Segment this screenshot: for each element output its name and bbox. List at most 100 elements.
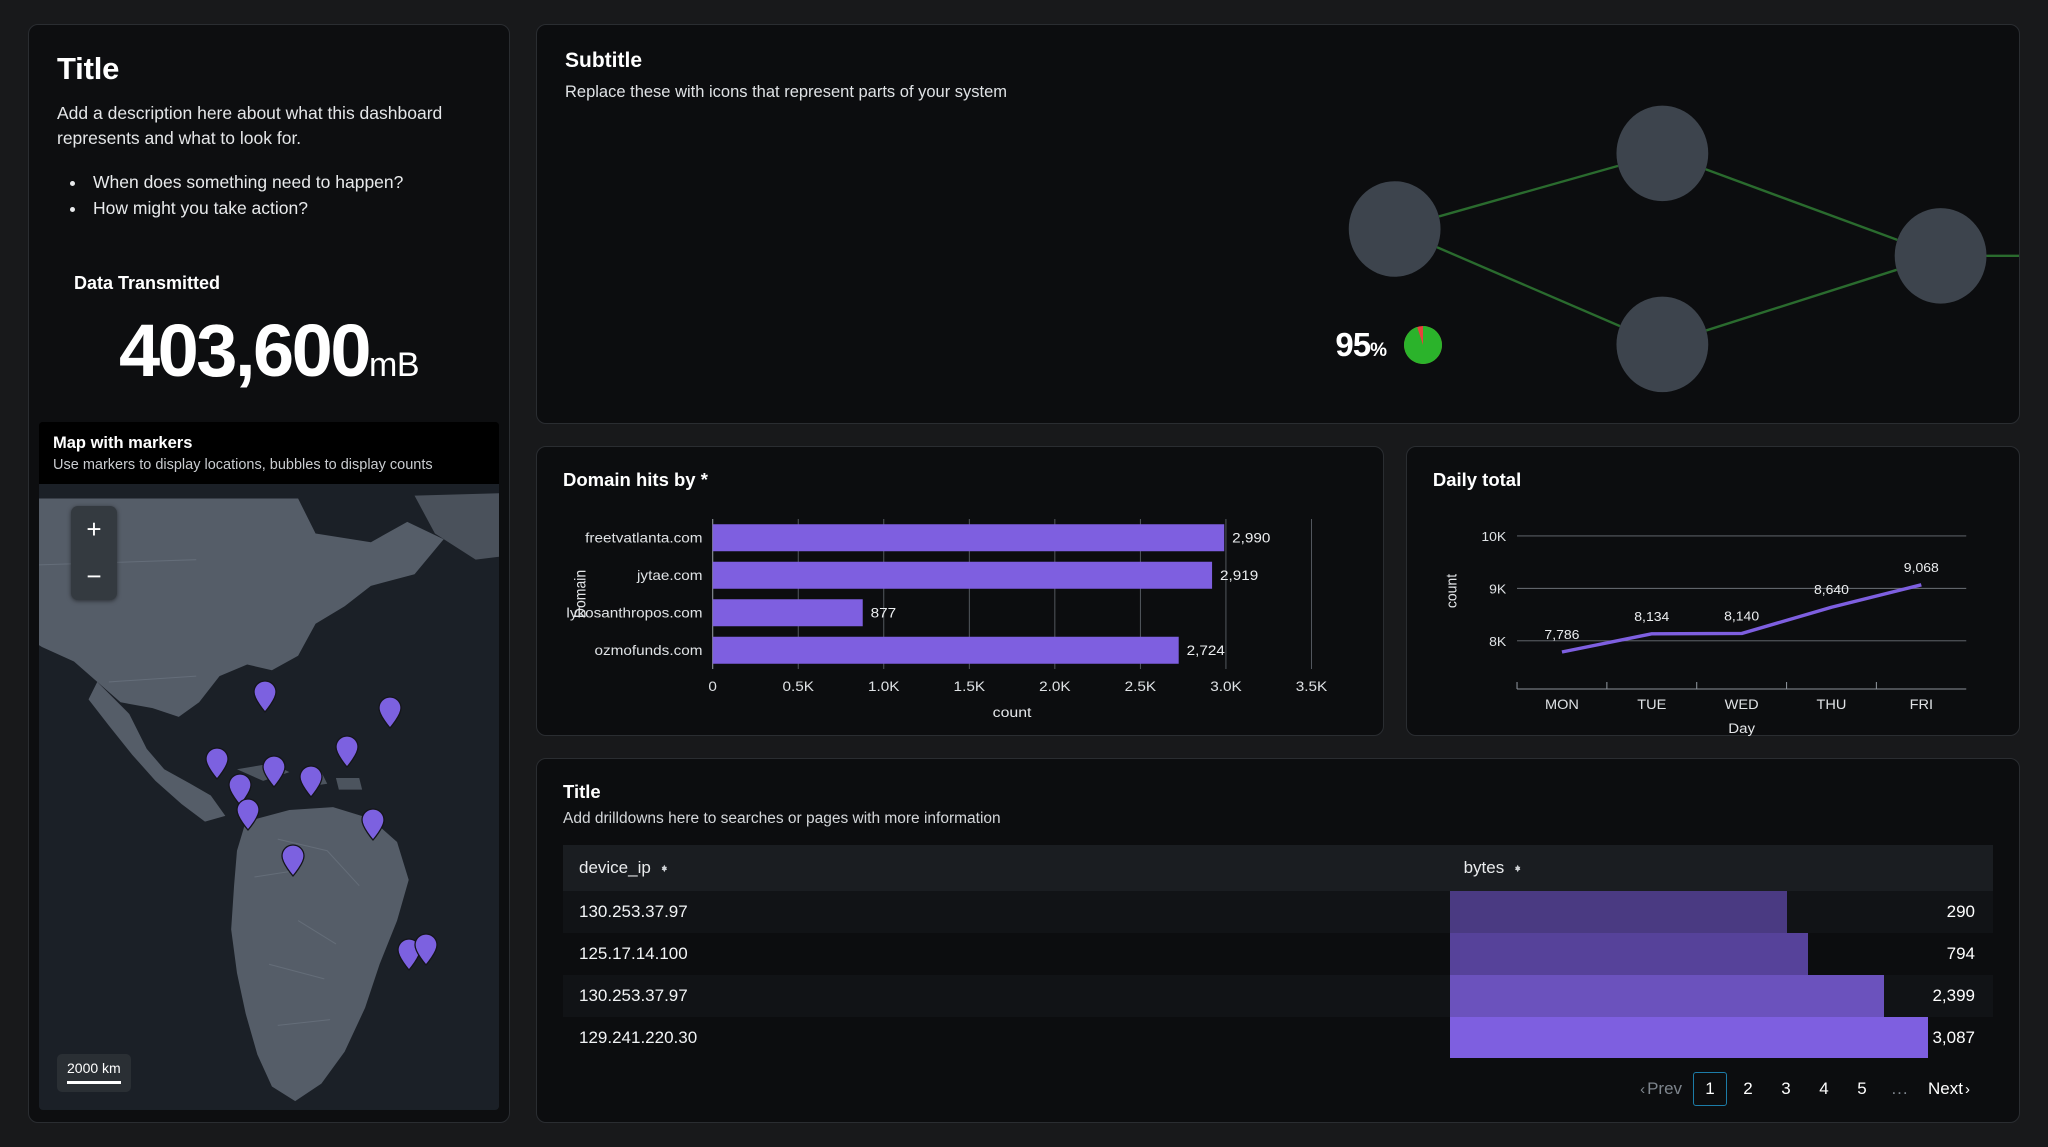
pagination-ellipsis[interactable]: ... xyxy=(1883,1072,1917,1106)
map-marker-pin[interactable] xyxy=(378,696,402,729)
bar-segment[interactable] xyxy=(712,524,1225,552)
bar-x-tick-label: 1.0K xyxy=(868,680,900,695)
map-marker-pin[interactable] xyxy=(261,755,286,789)
gauge-number: 95 xyxy=(1335,325,1371,363)
topology-graph xyxy=(537,25,2048,423)
line-chart-panel: Daily total 8K 9K 10K 7,786 8,134 8,140 8,640 9… xyxy=(1405,446,2020,737)
pagination-page-1[interactable]: 1 xyxy=(1693,1072,1728,1106)
pagination-page-3[interactable]: 3 xyxy=(1769,1072,1803,1106)
chevron-right-icon: › xyxy=(1965,1080,1970,1098)
bar-chart-svg: 2,990freetvatlanta.com2,919jytae.com877l… xyxy=(566,519,1328,721)
bar-category-label: ozmofunds.com xyxy=(594,644,702,659)
bar-x-tick-label: 3.5K xyxy=(1296,680,1328,695)
column-header-device-ip[interactable]: device_ip ▲ ▼ xyxy=(563,858,1450,878)
map-scale-line xyxy=(67,1081,121,1084)
map-canvas[interactable]: + − 2000 km xyxy=(39,484,499,1110)
map-scale-label: 2000 km xyxy=(67,1060,121,1076)
bar-value-label: 2,724 xyxy=(1187,644,1225,659)
line-chart-svg: 8K 9K 10K 7,786 8,134 8,140 8,640 9,068 MON TUE WE… xyxy=(1444,529,1967,737)
pagination-next-button[interactable]: Next › xyxy=(1921,1072,1977,1106)
topology-panel: Subtitle Replace these with icons that r… xyxy=(536,24,2048,424)
topology-node[interactable] xyxy=(1348,181,1441,277)
cell-device-ip: 130.253.37.97 xyxy=(579,986,688,1005)
cell-bytes: 3,087 xyxy=(1449,1017,1993,1058)
topology-node[interactable] xyxy=(1894,208,1987,304)
map-subtitle: Use markers to display locations, bubble… xyxy=(53,457,433,474)
drilldown-table-panel: Title Add drilldowns here to searches or… xyxy=(536,758,2020,1123)
kpi-value-row: 403,600mB xyxy=(57,314,481,388)
bar-x-tick-label: 0 xyxy=(708,680,717,695)
page-title: Title xyxy=(57,51,120,86)
zoom-in-button[interactable]: + xyxy=(71,506,117,553)
line-point-label: 9,068 xyxy=(1904,560,1939,574)
zoom-out-button[interactable]: − xyxy=(71,553,117,600)
cell-device-ip: 129.241.220.30 xyxy=(579,1028,698,1047)
map-marker-pin[interactable] xyxy=(281,843,305,877)
line-y-tick-label: 8K xyxy=(1489,634,1506,648)
line-y-axis-title: count xyxy=(1444,574,1461,608)
cell-value-bar xyxy=(1449,933,1809,975)
table-row[interactable]: 129.241.220.30 3,087 xyxy=(563,1017,1993,1058)
map-header: Map with markers Use markers to display … xyxy=(39,422,499,485)
pagination-page-5[interactable]: 5 xyxy=(1845,1072,1879,1106)
pagination-page-2[interactable]: 2 xyxy=(1731,1072,1765,1106)
line-x-tick-label: FRI xyxy=(1909,696,1932,711)
map-title: Map with markers xyxy=(53,434,193,453)
gauge-percent-symbol: % xyxy=(1370,339,1387,361)
intro-bullet-list: When does something need to happen? How … xyxy=(87,169,481,222)
line-point-label: 8,640 xyxy=(1814,583,1849,597)
map-marker-pin[interactable] xyxy=(414,933,438,967)
column-header-label: bytes xyxy=(1463,858,1505,877)
bar-segment[interactable] xyxy=(712,636,1179,664)
bar-segment[interactable] xyxy=(712,599,863,627)
map-marker-pin[interactable] xyxy=(253,680,277,714)
cell-bytes-value: 3,087 xyxy=(1932,1028,1975,1047)
pagination[interactable]: ‹ Prev 1 2 3 4 5... Next › xyxy=(563,1058,1993,1122)
map-marker-pin[interactable] xyxy=(335,735,359,769)
bar-segment[interactable] xyxy=(712,561,1213,589)
map-marker-pin[interactable] xyxy=(204,747,229,781)
topology-node[interactable] xyxy=(1616,105,1709,202)
sort-icon[interactable]: ▲ ▼ xyxy=(660,863,669,874)
bar-x-tick-label: 2.5K xyxy=(1125,680,1157,695)
gauge-percent-value: 95% xyxy=(1335,325,1387,364)
charts-row: Domain hits by * 2,990 freetvatlanta.com 2… xyxy=(536,446,2020,737)
bar-category-label: jytae.com xyxy=(636,569,703,584)
cell-bytes-value: 794 xyxy=(1946,944,1975,963)
bar-chart-area: 2,990 freetvatlanta.com 2,919 jytae.com 877 l… xyxy=(563,497,1357,727)
dashboard-root: Title Add a description here about what … xyxy=(0,0,2048,1147)
chevron-left-icon: ‹ xyxy=(1640,1080,1646,1098)
table-subtitle: Add drilldowns here to searches or pages… xyxy=(563,810,1001,827)
table-title: Title xyxy=(563,781,601,802)
cell-value-bar xyxy=(1449,891,1787,933)
map-marker-pin[interactable] xyxy=(299,765,323,799)
topology-node[interactable] xyxy=(1616,296,1709,393)
table-row[interactable]: 130.253.37.97 2,399 xyxy=(563,975,1993,1017)
cell-bytes: 794 xyxy=(1449,933,1993,975)
bar-y-axis-title: Domain xyxy=(572,570,590,618)
data-table: device_ip ▲ ▼ bytes ▲ ▼ 130.253.37.97 290 12… xyxy=(563,845,1993,1058)
bar-value-label: 877 xyxy=(871,607,897,622)
map-marker-pin[interactable] xyxy=(361,808,385,841)
cell-bytes-value: 290 xyxy=(1946,902,1975,921)
map-card: Map with markers Use markers to display … xyxy=(39,422,499,1110)
map-zoom-controls[interactable]: + − xyxy=(71,506,117,601)
gauge-pie-chart xyxy=(1403,325,1442,364)
pagination-page-4[interactable]: 4 xyxy=(1807,1072,1841,1106)
intro-section: Title Add a description here about what … xyxy=(29,25,509,221)
line-point-label: 8,140 xyxy=(1724,609,1759,623)
table-row[interactable]: 130.253.37.97 290 xyxy=(563,891,1993,933)
pagination-prev-button[interactable]: ‹ Prev xyxy=(1633,1072,1689,1106)
sort-icon[interactable]: ▲ ▼ xyxy=(1513,863,1522,874)
line-x-tick-label: MON xyxy=(1545,696,1579,711)
table-row[interactable]: 125.17.14.100 794 xyxy=(563,933,1993,975)
kpi-label: Data Transmitted xyxy=(74,273,221,294)
bar-x-tick-label: 3.0K xyxy=(1210,680,1242,695)
bar-value-label: 2,990 xyxy=(1232,532,1270,547)
cell-device-ip: 130.253.37.97 xyxy=(579,902,688,921)
map-marker-pin[interactable] xyxy=(236,798,260,831)
cell-value-bar xyxy=(1449,975,1885,1017)
topology-edge xyxy=(1705,168,1898,242)
column-header-bytes[interactable]: bytes ▲ ▼ xyxy=(1450,858,1993,878)
topology-edge xyxy=(1705,268,1898,332)
